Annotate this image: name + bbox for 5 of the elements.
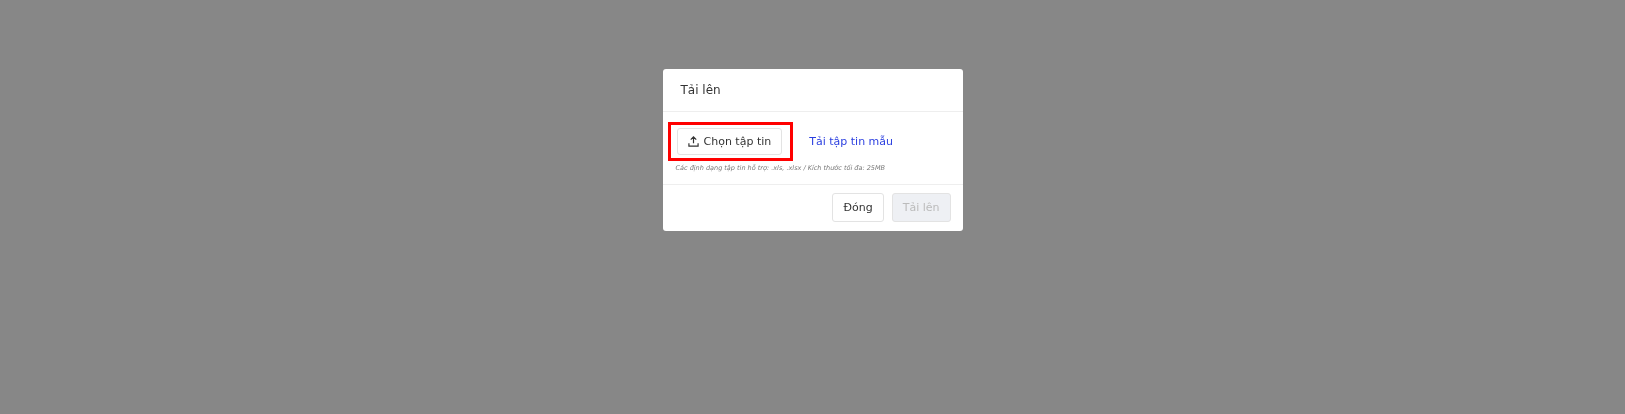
- dialog-button[interactable]: Đóng: [832, 193, 884, 222]
- upload-icon: [687, 136, 699, 147]
- dialog-title: Tải lên: [680, 83, 721, 97]
- choose-file-button[interactable]: Chọn tập tin: [676, 128, 783, 155]
- download-template-link[interactable]: Tải tập tin mẫu: [809, 135, 894, 148]
